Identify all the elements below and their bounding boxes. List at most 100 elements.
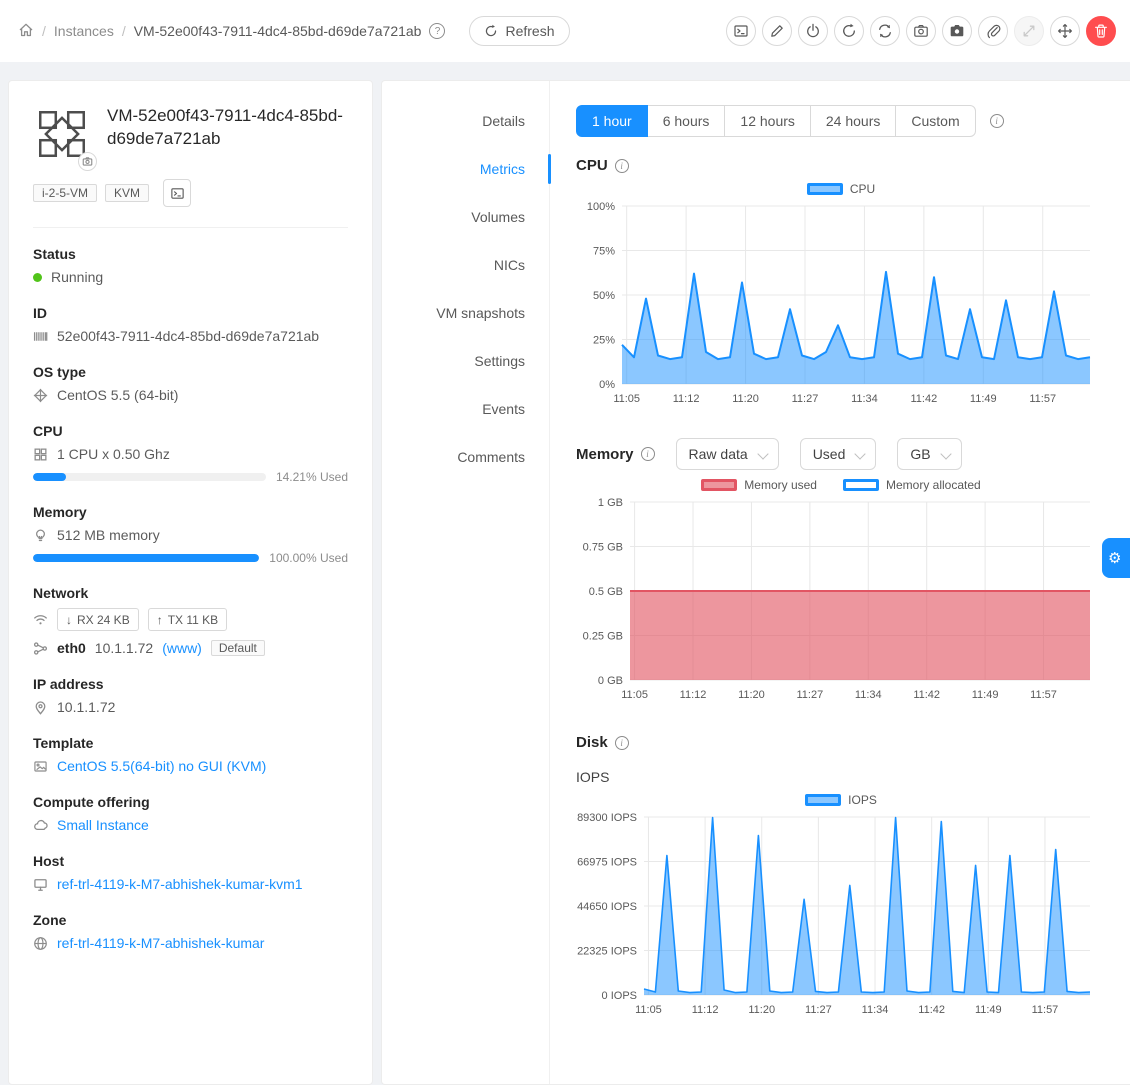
reboot-button[interactable] [834, 16, 864, 46]
breadcrumb-instances-link[interactable]: Instances [54, 23, 114, 39]
tab-settings[interactable]: Settings [382, 337, 549, 385]
time-range-group: 1 hour 6 hours 12 hours 24 hours Custom [576, 105, 976, 137]
field-status: Status Running [33, 246, 348, 285]
tab-details[interactable]: Details [382, 97, 549, 145]
rx-button[interactable]: ↓ RX 24 KB [57, 608, 139, 631]
host-link[interactable]: ref-trl-4119-k-M7-abhishek-kumar-kvm1 [57, 876, 303, 892]
destroy-button[interactable] [1086, 16, 1116, 46]
info-icon[interactable]: i [990, 114, 1004, 128]
reinstall-button[interactable] [870, 16, 900, 46]
svg-text:11:57: 11:57 [1030, 689, 1057, 701]
disk-section: Disk i IOPS IOPS 0 IOPS22325 IOPS44650 I… [576, 734, 1106, 1021]
svg-text:11:42: 11:42 [913, 689, 940, 701]
legend-item[interactable]: CPU [807, 182, 875, 196]
vm-title: VM-52e00f43-7911-4dc4-85bd-d69de7a721ab [107, 105, 348, 163]
tab-comments[interactable]: Comments [382, 433, 549, 481]
svg-text:11:20: 11:20 [738, 689, 765, 701]
take-snapshot-button[interactable] [906, 16, 936, 46]
legend-label: IOPS [848, 793, 877, 807]
tab-vm-snapshots[interactable]: VM snapshots [382, 289, 549, 337]
nic-network-link[interactable]: (www) [162, 640, 202, 656]
svg-text:11:49: 11:49 [972, 689, 999, 701]
svg-text:11:27: 11:27 [805, 1004, 832, 1016]
disk-legend: IOPS [576, 793, 1106, 807]
info-icon[interactable]: i [615, 736, 629, 750]
cpu-progress-fill [33, 473, 66, 481]
field-network: Network ↓ RX 24 KB ↑ TX 11 KB eth0 10.1.… [33, 585, 348, 656]
memory-used-text: 100.00% Used [269, 551, 348, 565]
info-icon[interactable]: i [615, 159, 629, 173]
field-template: Template CentOS 5.5(64-bit) no GUI (KVM) [33, 735, 348, 774]
take-volume-snapshot-button[interactable] [942, 16, 972, 46]
legend-label: Memory allocated [886, 478, 981, 492]
attach-iso-button[interactable] [978, 16, 1008, 46]
svg-text:100%: 100% [587, 201, 615, 213]
metrics-content: 1 hour 6 hours 12 hours 24 hours Custom … [550, 81, 1130, 1084]
range-1-hour-button[interactable]: 1 hour [576, 105, 648, 137]
svg-text:11:05: 11:05 [635, 1004, 662, 1016]
svg-text:22325 IOPS: 22325 IOPS [577, 946, 637, 958]
view-console-button[interactable] [726, 16, 756, 46]
svg-text:11:49: 11:49 [970, 393, 997, 405]
os-type-label: OS type [33, 364, 348, 380]
tab-nics[interactable]: NICs [382, 241, 549, 289]
svg-text:11:42: 11:42 [918, 1004, 945, 1016]
cloud-icon [33, 818, 48, 833]
tx-button[interactable]: ↑ TX 11 KB [148, 608, 227, 631]
nic-ip: 10.1.1.72 [95, 640, 153, 656]
upload-icon-button[interactable] [78, 152, 97, 171]
action-toolbar [726, 16, 1116, 46]
top-header: / Instances / VM-52e00f43-7911-4dc4-85bd… [0, 0, 1130, 62]
migrate-button[interactable] [1050, 16, 1080, 46]
legend-item[interactable]: IOPS [805, 793, 877, 807]
legend-item[interactable]: Memory allocated [843, 478, 981, 492]
globe-icon [33, 936, 48, 951]
range-custom-button[interactable]: Custom [895, 105, 975, 137]
camera-icon [913, 23, 929, 39]
svg-text:44650 IOPS: 44650 IOPS [577, 901, 637, 913]
disk-section-title: Disk [576, 734, 608, 751]
breadcrumb-current: VM-52e00f43-7911-4dc4-85bd-d69de7a721ab [134, 23, 422, 39]
nic-default-tag: Default [211, 640, 265, 656]
console-shortcut-button[interactable] [163, 179, 191, 207]
picture-icon [33, 759, 48, 774]
select-value: Used [813, 446, 846, 462]
ip-value: 10.1.1.72 [57, 699, 115, 715]
scale-vm-button[interactable] [1014, 16, 1044, 46]
field-compute-offering: Compute offering Small Instance [33, 794, 348, 833]
hypervisor-tag: KVM [105, 184, 149, 202]
compute-offering-label: Compute offering [33, 794, 348, 810]
svg-text:50%: 50% [593, 290, 615, 302]
zone-link[interactable]: ref-trl-4119-k-M7-abhishek-kumar [57, 935, 264, 951]
svg-text:66975 IOPS: 66975 IOPS [577, 857, 637, 869]
stop-button[interactable] [798, 16, 828, 46]
memory-mode-select[interactable]: Raw data [676, 438, 779, 470]
os-logo [33, 105, 91, 163]
range-12-hours-button[interactable]: 12 hours [724, 105, 810, 137]
range-24-hours-button[interactable]: 24 hours [810, 105, 896, 137]
tab-metrics[interactable]: Metrics [382, 145, 549, 193]
edit-button[interactable] [762, 16, 792, 46]
info-icon[interactable]: i [641, 447, 655, 461]
svg-text:89300 IOPS: 89300 IOPS [577, 812, 637, 824]
legend-item[interactable]: Memory used [701, 478, 817, 492]
range-6-hours-button[interactable]: 6 hours [647, 105, 726, 137]
memory-unit-select[interactable]: GB [897, 438, 961, 470]
svg-text:1 GB: 1 GB [598, 497, 623, 509]
theme-settings-button[interactable]: ⚙ [1102, 538, 1130, 578]
field-os-type: OS type CentOS 5.5 (64-bit) [33, 364, 348, 403]
sync-icon [877, 23, 893, 39]
tab-volumes[interactable]: Volumes [382, 193, 549, 241]
field-cpu: CPU 1 CPU x 0.50 Ghz 14.21% Used [33, 423, 348, 484]
compute-offering-link[interactable]: Small Instance [57, 817, 149, 833]
trash-icon [1093, 23, 1109, 39]
field-id: ID 52e00f43-7911-4dc4-85bd-d69de7a721ab [33, 305, 348, 344]
centos-icon [33, 388, 48, 403]
home-icon[interactable] [18, 22, 34, 41]
help-icon[interactable]: ? [429, 23, 445, 39]
tab-events[interactable]: Events [382, 385, 549, 433]
template-link[interactable]: CentOS 5.5(64-bit) no GUI (KVM) [57, 758, 266, 774]
refresh-button[interactable]: Refresh [469, 16, 569, 46]
svg-text:11:34: 11:34 [855, 689, 882, 701]
memory-metric-select[interactable]: Used [800, 438, 877, 470]
